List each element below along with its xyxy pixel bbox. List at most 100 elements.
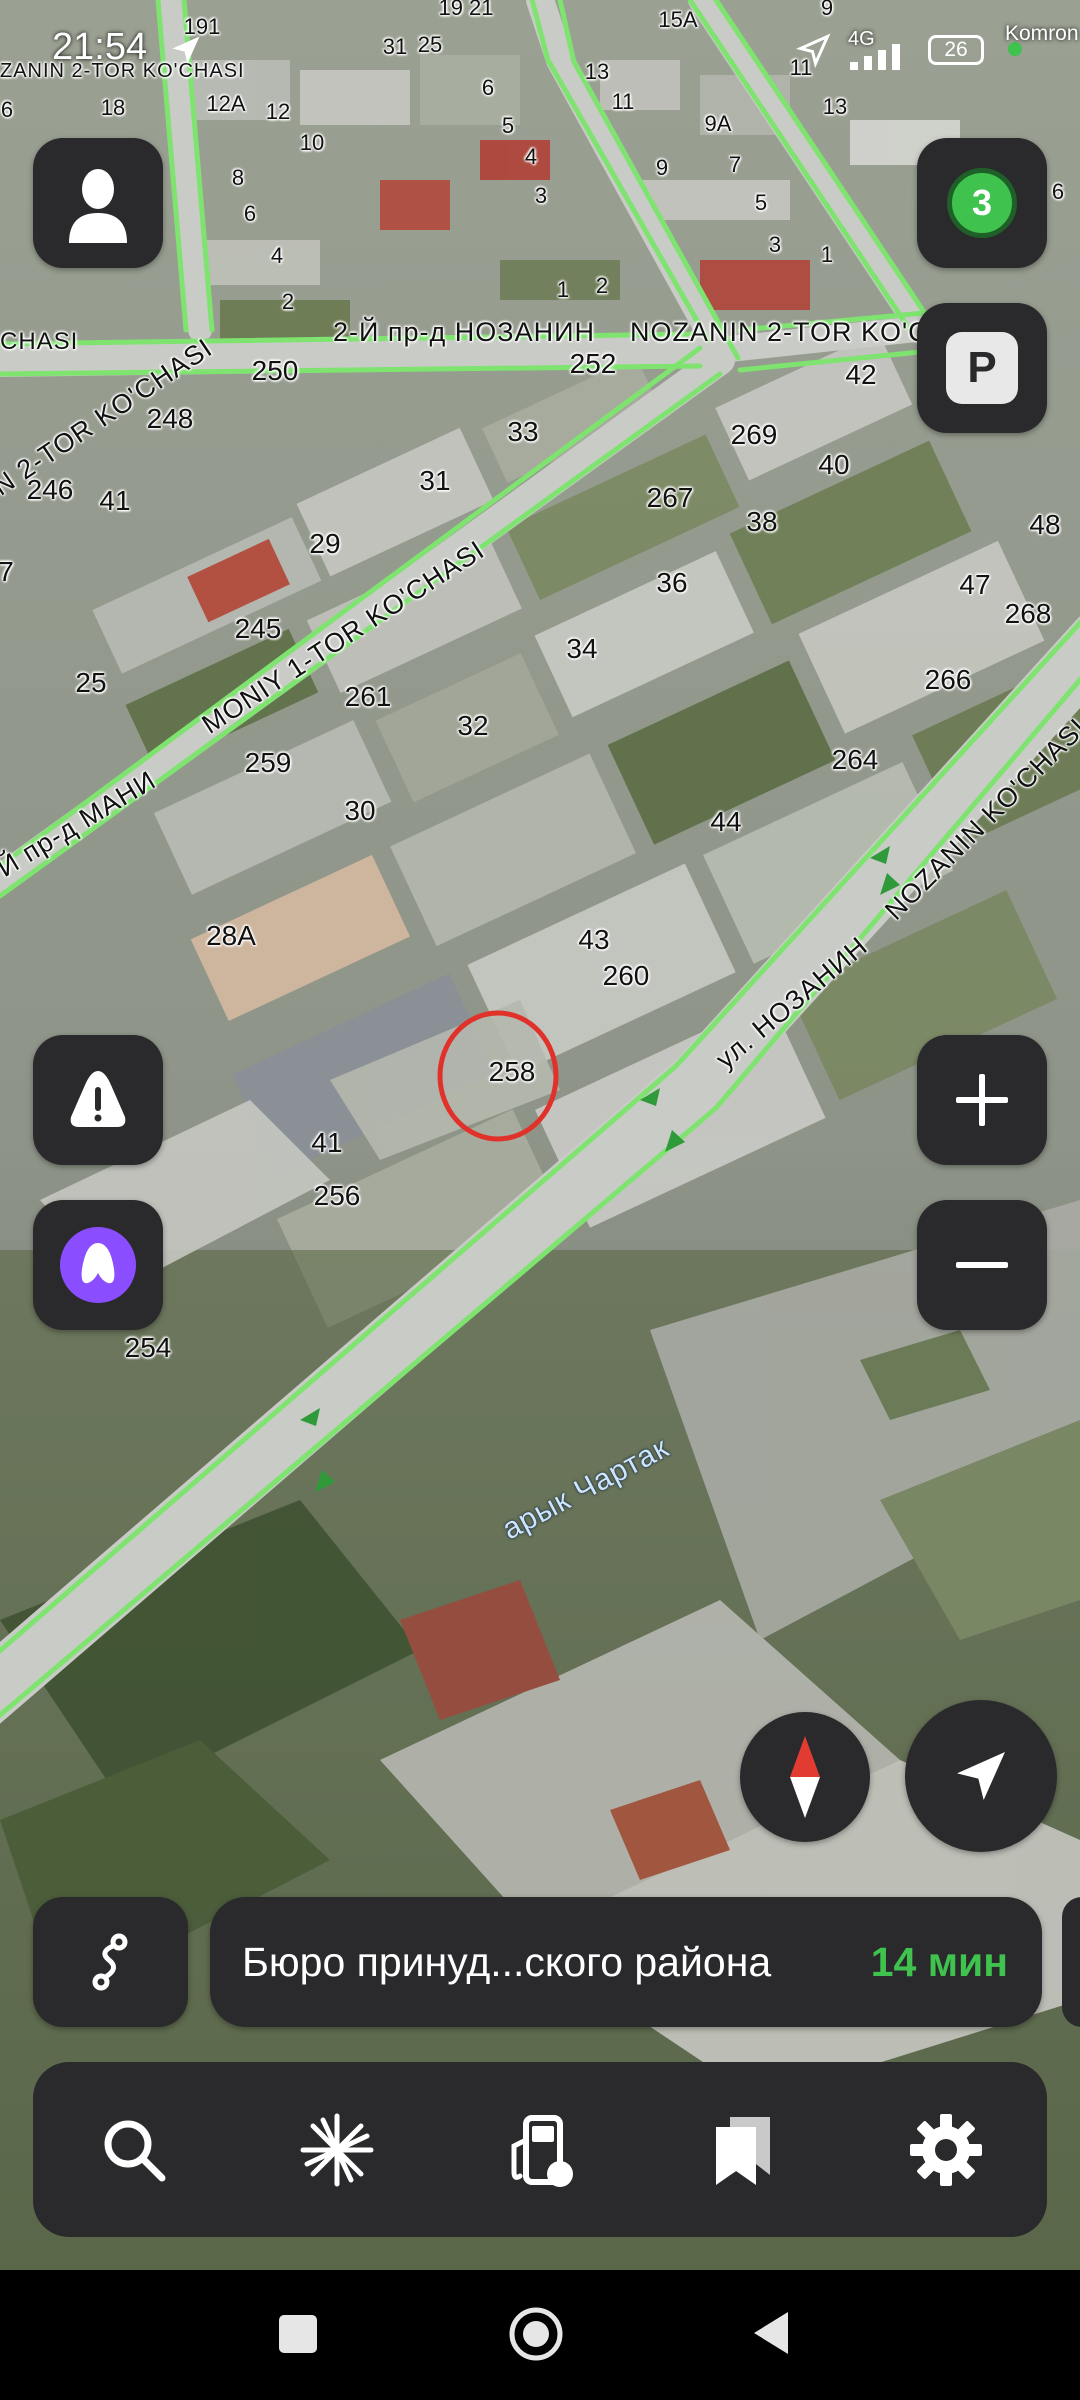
house-number: 7 <box>728 152 742 177</box>
house-number: 36 <box>656 567 688 598</box>
street-label: 2-Й пр-д НОЗАНИН <box>333 317 596 347</box>
house-number: 6 <box>0 97 14 122</box>
house-number: 32 <box>457 710 489 741</box>
house-number: 5 <box>754 190 768 215</box>
house-number: 7 <box>0 556 14 587</box>
search-button[interactable] <box>74 2090 194 2210</box>
house-number: 9 <box>655 155 669 180</box>
house-number: 256 <box>313 1180 361 1211</box>
house-number: 264 <box>831 744 879 775</box>
house-number: 1 <box>820 242 834 267</box>
gear-icon <box>909 2113 982 2186</box>
house-number: 250 <box>251 355 299 386</box>
parking-label: P <box>967 343 997 392</box>
status-time: 21:54 <box>52 26 148 68</box>
house-number: 252 <box>569 348 617 379</box>
back-triangle-icon <box>754 2312 788 2354</box>
zoom-in-button[interactable] <box>917 1035 1047 1165</box>
route-destination: Бюро принуд...ского района <box>242 1938 772 1985</box>
battery-icon: 26 <box>928 35 984 65</box>
alice-icon <box>60 1227 136 1303</box>
house-number: 10 <box>299 130 325 155</box>
traffic-level-badge: 3 <box>947 168 1017 238</box>
my-location-button[interactable] <box>905 1700 1057 1852</box>
parking-icon: P <box>946 332 1018 404</box>
house-number: 254 <box>124 1332 172 1363</box>
system-navigation-bar <box>0 2270 1080 2400</box>
house-number: 31 <box>419 465 451 496</box>
house-number: 1 <box>556 277 570 302</box>
house-number: 268 <box>1004 598 1052 629</box>
gas-station-icon <box>511 2114 573 2187</box>
house-number: 4 <box>524 144 538 169</box>
user-icon <box>69 169 127 243</box>
house-number: 40 <box>818 449 850 480</box>
house-number: 3 <box>534 183 548 208</box>
alice-assistant-button[interactable] <box>33 1200 163 1330</box>
home-circle-icon <box>509 2307 563 2361</box>
house-number: 267 <box>646 482 694 513</box>
search-icon <box>104 2120 166 2181</box>
house-number: 269 <box>730 419 778 450</box>
sparkle-icon <box>300 2113 374 2186</box>
house-number: 11 <box>611 89 635 114</box>
house-number: 12 <box>265 99 291 124</box>
traffic-button[interactable]: 3 <box>917 138 1047 268</box>
house-number: 41 <box>99 485 131 516</box>
navigation-arrow-icon <box>168 32 204 73</box>
location-icon <box>795 32 832 73</box>
house-number-highlighted[interactable]: 258 <box>489 1056 536 1088</box>
fuel-button[interactable] <box>480 2090 600 2210</box>
house-number: 3 <box>768 232 782 257</box>
warning-icon <box>70 1071 126 1127</box>
house-number: 48 <box>1029 509 1061 540</box>
profile-button[interactable] <box>33 138 163 268</box>
route-eta: 14 мин <box>870 1938 1008 1985</box>
route-pill-edge <box>1062 1897 1080 2027</box>
compass-button[interactable] <box>740 1712 870 1842</box>
house-number: 9A <box>704 111 732 136</box>
house-number: 261 <box>344 681 392 712</box>
house-number: 8 <box>231 165 245 190</box>
plus-icon <box>956 1074 1008 1126</box>
report-incident-button[interactable] <box>33 1035 163 1165</box>
discovery-button[interactable] <box>277 2090 397 2210</box>
house-number: 5 <box>501 113 515 138</box>
bookmarks-button[interactable] <box>683 2090 803 2210</box>
house-number: 6 <box>1051 179 1065 204</box>
house-number: 2 <box>595 273 609 298</box>
bookmarks-icon <box>715 2116 770 2185</box>
house-number: 28A <box>206 920 256 951</box>
home-button[interactable] <box>508 2306 564 2362</box>
compass-icon <box>790 1736 820 1818</box>
house-number: 33 <box>507 416 539 447</box>
street-label: CHASI <box>0 328 79 355</box>
house-number: 4 <box>270 243 284 268</box>
house-number: 44 <box>710 806 742 837</box>
house-number: 42 <box>845 359 877 390</box>
house-number: 25 <box>75 667 107 698</box>
traffic-level: 3 <box>971 182 993 223</box>
back-button[interactable] <box>752 2310 792 2356</box>
house-number: 259 <box>244 747 292 778</box>
house-number: 260 <box>602 960 650 991</box>
house-number: 13 <box>822 94 848 119</box>
house-number: 38 <box>746 506 778 537</box>
zoom-out-button[interactable] <box>917 1200 1047 1330</box>
house-number: 248 <box>146 403 194 434</box>
settings-button[interactable] <box>886 2090 1006 2210</box>
minus-icon <box>956 1262 1008 1268</box>
route-options-button[interactable] <box>33 1897 188 2027</box>
house-number: 12A <box>206 91 246 116</box>
house-number: 47 <box>959 569 991 600</box>
house-number: 245 <box>234 613 282 644</box>
recents-button[interactable] <box>279 2315 317 2353</box>
location-arrow-icon <box>957 1752 1005 1800</box>
house-number: 43 <box>578 924 610 955</box>
route-summary[interactable]: Бюро принуд...ского района 14 мин <box>210 1897 1042 2027</box>
signal-icon <box>848 42 912 75</box>
battery-level: 26 <box>944 38 968 61</box>
parking-button[interactable]: P <box>917 303 1047 433</box>
house-number: 18 <box>100 95 126 120</box>
house-number: 29 <box>309 528 341 559</box>
